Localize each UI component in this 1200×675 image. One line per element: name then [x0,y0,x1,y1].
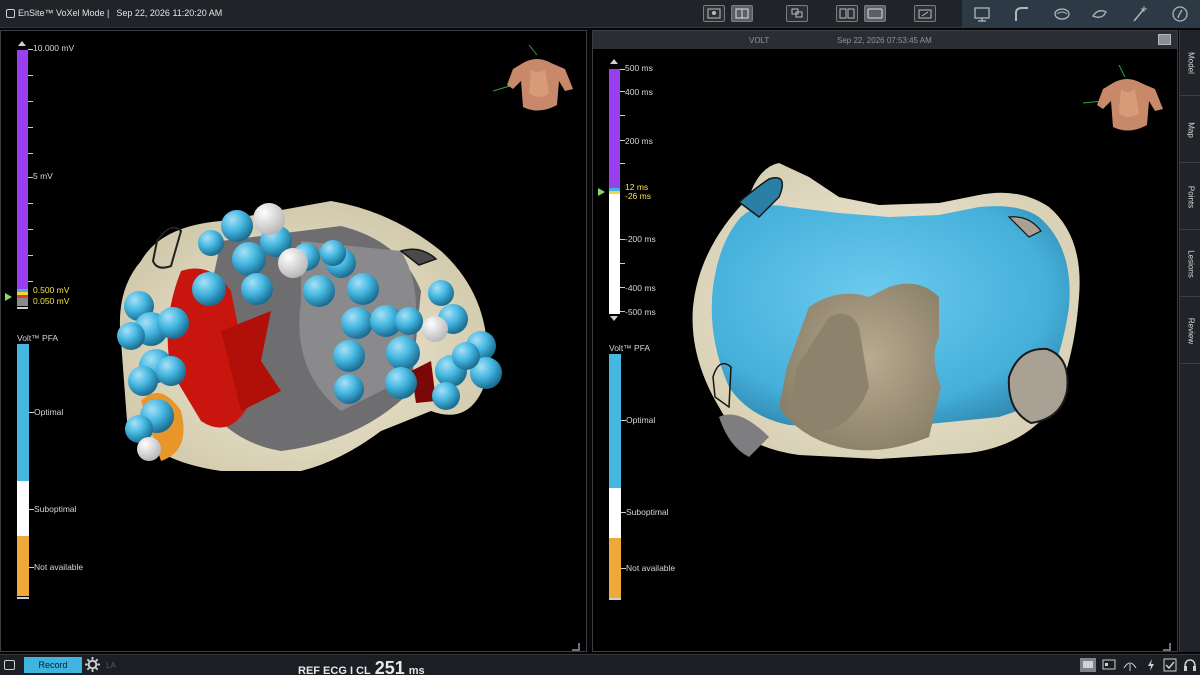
ablation-icon[interactable] [1130,4,1150,24]
lat-color-bar [609,69,620,188]
pfa-not-available-swatch [17,536,29,596]
tab-points[interactable]: Points [1180,164,1200,230]
chamber-field[interactable]: LA [106,661,116,670]
app-title: EnSite™ VoXel Mode | [18,8,110,18]
compass-icon[interactable] [1170,4,1190,24]
torso-orientation-icon[interactable] [493,45,581,117]
pfa-suboptimal-swatch [17,481,29,536]
settings-gear-icon[interactable] [85,657,100,672]
voltage-color-bar [17,50,28,304]
left-3d-voltage-map[interactable] [101,171,511,471]
lat-late-white [609,194,620,314]
right-map-panel[interactable]: VOLT Sep 22, 2026 07:53:45 AM 500 ms 400… [592,30,1178,652]
map-header: VOLT Sep 22, 2026 07:53:45 AM [593,31,1177,49]
abbott-logo-icon [4,660,15,670]
voltage-scar-gray [17,298,28,306]
app-timestamp: Sep 22, 2026 11:20:20 AM [116,8,223,18]
pfa-not-available-label: Not available [34,562,84,572]
anatomy-icon[interactable] [1052,4,1072,24]
power-icon[interactable] [1143,658,1159,672]
pfa-not-available-label-right: Not available [626,563,676,573]
monitor-icon[interactable] [972,4,992,24]
map-name: VOLT [749,36,770,45]
pfa-optimal-swatch-right [609,354,621,488]
pfa-suboptimal-label: Suboptimal [34,504,77,514]
pfa-optimal-label-right: Optimal [626,415,656,425]
lat-max-label: 500 ms [625,63,653,73]
right-3d-pfa-map[interactable] [679,157,1089,467]
checklist-icon[interactable] [1162,658,1178,672]
maximize-icon[interactable] [1158,34,1171,45]
catheter-icon[interactable] [1012,4,1032,24]
resize-handle-icon[interactable] [572,643,580,651]
tool-selector-bar [962,0,1200,28]
pfa-legend-end-right [609,598,621,600]
scale-top-handle-icon[interactable] [18,41,26,46]
lat-bottom-handle-icon[interactable] [610,316,618,321]
voltage-lower-threshold[interactable]: 0.050 mV [33,296,69,306]
lat-400-label: 400 ms [625,87,653,97]
ecg-label: REF ECG I CL [298,665,371,675]
map-timestamp: Sep 22, 2026 07:53:45 AM [837,36,932,45]
pfa-legend-title-right: Volt™ PFA [609,343,651,353]
record-button[interactable]: Record [24,657,82,673]
side-tabs: Model Map Points Lesions Review [1179,30,1200,652]
pfa-not-available-swatch-right [609,538,621,598]
tab-review[interactable]: Review [1180,298,1200,364]
app-brand: EnSite™ VoXel Mode | Sep 22, 2026 11:20:… [6,8,222,18]
ensite-logo-icon [6,8,15,18]
scale-bottom-handle-icon[interactable] [17,307,28,309]
lesion-icon[interactable] [1090,4,1110,24]
pfa-suboptimal-swatch-right [609,488,621,538]
voltage-mid-label: 5 mV [33,171,53,181]
pfa-suboptimal-label-right: Suboptimal [626,507,669,517]
pfa-legend-title: Volt™ PFA [17,333,59,343]
threshold-marker-icon[interactable] [5,293,12,301]
ecg-readout: REF ECG I CL 251 ms [298,658,425,675]
cycle-length-unit: ms [408,665,425,675]
pfa-legend-end [17,597,29,599]
tab-model[interactable]: Model [1180,30,1200,96]
lat-min-label: -500 ms [625,307,656,317]
full-map-icon[interactable] [864,5,886,22]
display-icon[interactable] [1101,658,1117,672]
lat-threshold-marker-icon[interactable] [598,188,605,196]
map-view-icon[interactable] [703,5,725,22]
chat-icon[interactable] [1080,658,1096,672]
signal-icon[interactable] [1122,658,1138,672]
tab-lesions[interactable]: Lesions [1180,231,1200,297]
voltage-max-label: 10.000 mV [33,43,75,53]
lat-m200-label: -200 ms [625,234,656,244]
lat-m400-label: -400 ms [625,283,656,293]
lat-200-label: 200 ms [625,136,653,146]
headset-icon[interactable] [1182,658,1198,672]
snapshot-icon[interactable] [914,5,936,22]
single-view-icon[interactable] [786,5,808,22]
pfa-optimal-label: Optimal [34,407,64,417]
tab-map[interactable]: Map [1180,97,1200,163]
pfa-optimal-swatch [17,344,29,481]
split-view-icon[interactable] [731,5,753,22]
torso-orientation-icon-right[interactable] [1083,65,1171,137]
cycle-length-value: 251 [374,658,405,675]
lat-top-handle-icon[interactable] [610,59,618,64]
bottom-bar: Record LA REF ECG I CL 251 ms [0,654,1200,675]
top-bar: EnSite™ VoXel Mode | Sep 22, 2026 11:20:… [0,0,1200,28]
resize-handle-icon-right[interactable] [1163,643,1171,651]
dual-map-icon[interactable] [836,5,858,22]
voltage-upper-threshold[interactable]: 0.500 mV [33,285,69,295]
lat-lower-threshold[interactable]: -26 ms [625,191,651,201]
left-map-panel[interactable]: 10.000 mV 5 mV 0.500 mV 0.050 mV Volt™ P… [0,30,587,652]
